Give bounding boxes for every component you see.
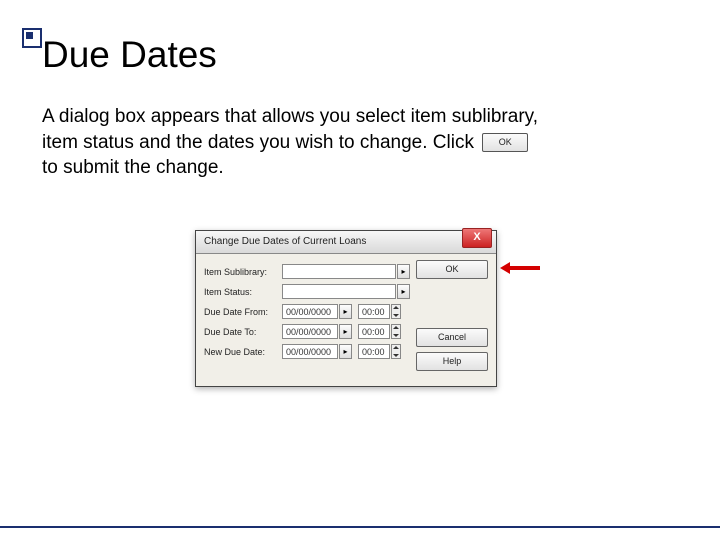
cancel-button[interactable]: Cancel xyxy=(416,328,488,347)
to-date-picker-icon[interactable]: ▸ xyxy=(339,324,352,339)
inline-ok-button: OK xyxy=(482,133,528,152)
to-label: Due Date To: xyxy=(204,327,282,337)
from-time-spinner[interactable] xyxy=(391,304,401,319)
new-time-input[interactable]: 00:00 xyxy=(358,344,390,359)
close-icon[interactable]: X xyxy=(462,228,492,248)
from-label: Due Date From: xyxy=(204,307,282,317)
status-label: Item Status: xyxy=(204,287,282,297)
status-input[interactable] xyxy=(282,284,396,299)
from-date-input[interactable]: 00/00/0000 xyxy=(282,304,338,319)
new-date-input[interactable]: 00/00/0000 xyxy=(282,344,338,359)
sublibrary-dropdown-icon[interactable]: ▸ xyxy=(397,264,410,279)
to-time-input[interactable]: 00:00 xyxy=(358,324,390,339)
new-label: New Due Date: xyxy=(204,347,282,357)
help-button[interactable]: Help xyxy=(416,352,488,371)
title-bullet xyxy=(22,28,42,48)
new-time-spinner[interactable] xyxy=(391,344,401,359)
sublibrary-label: Item Sublibrary: xyxy=(204,267,282,277)
to-date-input[interactable]: 00/00/0000 xyxy=(282,324,338,339)
page-title: Due Dates xyxy=(42,34,217,76)
to-time-spinner[interactable] xyxy=(391,324,401,339)
dialog-title: Change Due Dates of Current Loans xyxy=(204,236,366,247)
sublibrary-input[interactable] xyxy=(282,264,396,279)
ok-button[interactable]: OK xyxy=(416,260,488,279)
footer-divider xyxy=(0,526,720,528)
arrow-annotation xyxy=(500,262,540,274)
change-due-dates-dialog: Change Due Dates of Current Loans X Item… xyxy=(195,230,497,387)
arrow-line xyxy=(508,266,540,270)
from-date-picker-icon[interactable]: ▸ xyxy=(339,304,352,319)
desc-line2a: item status and the dates you wish to ch… xyxy=(42,132,474,153)
status-dropdown-icon[interactable]: ▸ xyxy=(397,284,410,299)
desc-line3: to submit the change. xyxy=(42,157,224,178)
from-time-input[interactable]: 00:00 xyxy=(358,304,390,319)
desc-line1: A dialog box appears that allows you sel… xyxy=(42,106,538,127)
dialog-titlebar: Change Due Dates of Current Loans X xyxy=(196,231,496,254)
new-date-picker-icon[interactable]: ▸ xyxy=(339,344,352,359)
description-paragraph: A dialog box appears that allows you sel… xyxy=(42,104,662,181)
